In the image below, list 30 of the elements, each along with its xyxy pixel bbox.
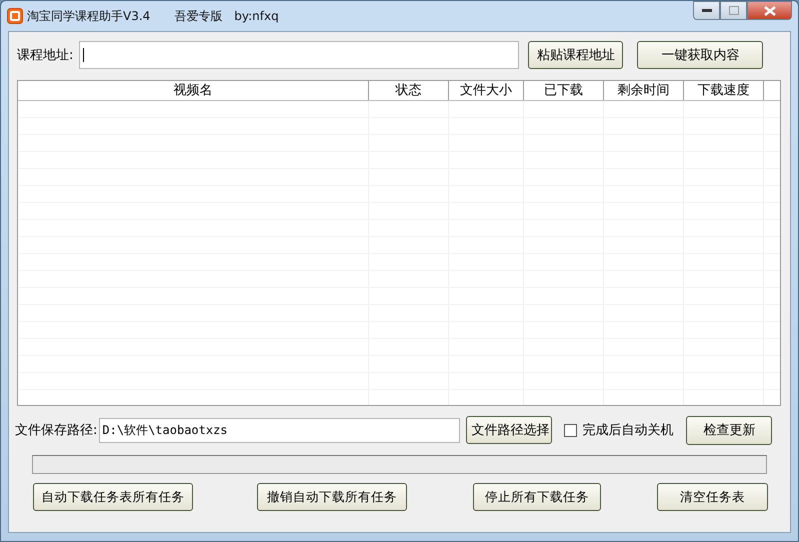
- maximize-button[interactable]: [720, 1, 747, 20]
- choose-path-button[interactable]: 文件路径选择: [466, 416, 552, 444]
- column-header[interactable]: 剩余时间: [604, 81, 684, 100]
- column-header[interactable]: 已下载: [524, 81, 604, 100]
- stop-all-downloads-button[interactable]: 停止所有下载任务: [473, 483, 601, 511]
- fetch-content-button[interactable]: 一键获取内容: [637, 41, 764, 69]
- minimize-icon: [702, 8, 712, 12]
- column-header[interactable]: 状态: [369, 81, 449, 100]
- maximize-icon: [728, 6, 738, 15]
- close-button[interactable]: [747, 1, 792, 20]
- column-header[interactable]: 下载速度: [684, 81, 764, 100]
- close-icon: [764, 6, 776, 16]
- auto-download-all-button[interactable]: 自动下载任务表所有任务: [33, 483, 193, 511]
- url-label: 课程地址:: [17, 47, 74, 64]
- window-subtitle: 吾爱专版: [174, 8, 222, 24]
- minimize-button[interactable]: [693, 1, 720, 20]
- clear-tasks-button[interactable]: 清空任务表: [657, 483, 768, 511]
- auto-shutdown-label: 完成后自动关机: [582, 422, 674, 439]
- paste-url-button[interactable]: 粘贴课程地址: [528, 41, 624, 69]
- window-title: 淘宝同学课程助手V3.4: [27, 8, 150, 24]
- column-header[interactable]: 视频名: [18, 81, 369, 100]
- url-input-field[interactable]: [79, 41, 520, 69]
- author-label: by:nfxq: [234, 9, 279, 23]
- save-path-label: 文件保存路径:: [15, 422, 98, 439]
- checkbox[interactable]: [564, 424, 578, 436]
- app-logo-icon: [7, 8, 23, 24]
- cancel-auto-download-button[interactable]: 撤销自动下载所有任务: [257, 483, 407, 511]
- save-path-field[interactable]: D:\软件\taobaotxzs: [99, 418, 460, 442]
- check-update-button[interactable]: 检查更新: [686, 416, 772, 444]
- column-header[interactable]: 文件大小: [449, 81, 524, 100]
